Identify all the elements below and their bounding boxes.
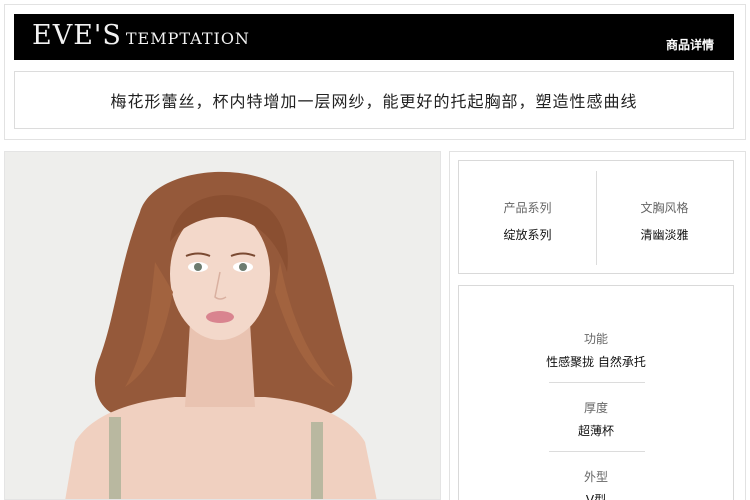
product-photo: [4, 151, 441, 500]
spec-shape-label: 外型: [583, 470, 608, 484]
brand-logo-sub: TEMPTATION: [125, 29, 250, 48]
spec-series-value: 绽放系列: [503, 228, 552, 242]
brand-logo[interactable]: EVE'S TEMPTATION: [32, 20, 250, 56]
product-detail-link[interactable]: 商品详情: [666, 36, 714, 53]
spec-function-label: 功能: [583, 332, 608, 346]
product-tagline: 梅花形蕾丝，杯内特增加一层网纱，能更好的托起胸部，塑造性感曲线: [14, 71, 734, 129]
brand-bar: EVE'S TEMPTATION 商品详情: [14, 14, 734, 60]
spec-divider: [549, 451, 645, 452]
spec-thickness-value: 超薄杯: [577, 424, 614, 438]
spec-summary-box: 产品系列 绽放系列 文胸风格 清幽淡雅: [458, 160, 734, 274]
spec-style: 文胸风格 清幽淡雅: [596, 161, 733, 273]
model-illustration: [5, 152, 440, 499]
spec-style-label: 文胸风格: [640, 201, 689, 215]
spec-series: 产品系列 绽放系列: [459, 161, 596, 273]
spec-divider: [596, 171, 597, 265]
spec-function-value: 性感聚拢 自然承托: [546, 355, 646, 369]
spec-series-label: 产品系列: [503, 201, 552, 215]
spec-shape: 外型 V型: [459, 468, 733, 500]
spec-style-value: 清幽淡雅: [640, 228, 689, 242]
spec-divider: [549, 382, 645, 383]
spec-thickness-label: 厚度: [583, 401, 608, 415]
brand-logo-main: EVE'S: [32, 20, 122, 51]
spec-detail-box: 功能 性感聚拢 自然承托 厚度 超薄杯 外型 V型: [458, 285, 734, 500]
spec-thickness: 厚度 超薄杯: [459, 399, 733, 439]
spec-function: 功能 性感聚拢 自然承托: [459, 330, 733, 370]
spec-shape-value: V型: [585, 493, 607, 500]
